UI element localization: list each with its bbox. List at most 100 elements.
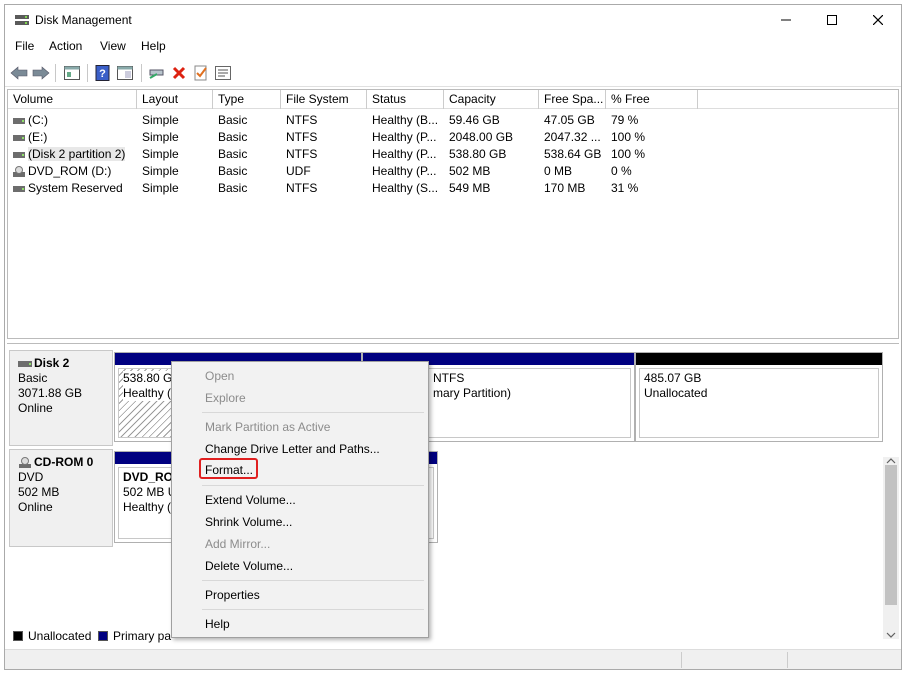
table-row[interactable]: System Reserved Simple Basic NTFS Health… bbox=[8, 180, 898, 197]
capacity-cell: 549 MB bbox=[449, 181, 491, 195]
type-cell: Basic bbox=[218, 113, 248, 127]
menu-separator bbox=[202, 412, 424, 413]
menu-item-help[interactable]: Help bbox=[205, 617, 230, 631]
show-console-button[interactable] bbox=[115, 63, 135, 83]
connect-button[interactable] bbox=[147, 63, 167, 83]
console-tree-button[interactable] bbox=[62, 63, 82, 83]
table-row[interactable]: (Disk 2 partition 2) Simple Basic NTFS H… bbox=[8, 146, 898, 163]
volume-name: (C:) bbox=[28, 113, 48, 127]
percent-free-cell: 100 % bbox=[611, 147, 646, 161]
disk-2-label[interactable]: Disk 2 Basic 3071.88 GB Online bbox=[9, 350, 113, 446]
column-header-percent-free[interactable]: % Free bbox=[606, 90, 698, 109]
menu-item-delete-volume[interactable]: Delete Volume... bbox=[205, 559, 293, 573]
close-icon bbox=[873, 15, 883, 25]
settings-button[interactable] bbox=[213, 63, 233, 83]
file-system-cell: NTFS bbox=[286, 113, 318, 127]
window-title: Disk Management bbox=[35, 13, 132, 27]
maximize-button[interactable] bbox=[809, 5, 855, 35]
percent-free-cell: 79 % bbox=[611, 113, 639, 127]
partition-status: mary Partition) bbox=[433, 386, 512, 400]
scroll-up-icon[interactable] bbox=[883, 457, 899, 465]
menu-item-shrink-volume[interactable]: Shrink Volume... bbox=[205, 515, 292, 529]
menu-item-mark-active[interactable]: Mark Partition as Active bbox=[205, 420, 330, 434]
toolbar-separator bbox=[141, 64, 142, 82]
properties-icon bbox=[64, 66, 80, 80]
dvd-drive-icon bbox=[13, 165, 25, 177]
column-header-status[interactable]: Status bbox=[367, 90, 444, 109]
toolbar: ? bbox=[5, 59, 901, 87]
back-button[interactable] bbox=[9, 63, 29, 83]
partition-context-menu: Open Explore Mark Partition as Active Ch… bbox=[171, 361, 429, 638]
partition-disk2-unallocated[interactable]: 485.07 GB Unallocated bbox=[635, 352, 883, 442]
disk-management-window: Disk Management File Action View Help ? bbox=[4, 4, 902, 670]
legend-label-primary: Primary pa bbox=[113, 629, 172, 643]
free-space-cell: 47.05 GB bbox=[544, 113, 595, 127]
disk-size: 3071.88 GB bbox=[18, 386, 83, 400]
help-button[interactable]: ? bbox=[93, 63, 113, 83]
status-cell: Healthy (P... bbox=[372, 130, 437, 144]
partition-filesystem: NTFS bbox=[433, 371, 465, 385]
volume-list: Volume Layout Type File System Status Ca… bbox=[7, 89, 899, 339]
forward-button[interactable] bbox=[31, 63, 51, 83]
menu-separator bbox=[202, 609, 424, 610]
column-header-capacity[interactable]: Capacity bbox=[444, 90, 539, 109]
layout-cell: Simple bbox=[142, 147, 179, 161]
scrollbar-thumb[interactable] bbox=[885, 465, 897, 605]
percent-free-cell: 100 % bbox=[611, 130, 646, 144]
layout-cell: Simple bbox=[142, 113, 179, 127]
menu-item-properties[interactable]: Properties bbox=[205, 588, 260, 602]
free-space-cell: 2047.32 ... bbox=[544, 130, 601, 144]
free-space-cell: 170 MB bbox=[544, 181, 586, 195]
disk-graphical-view: Disk 2 Basic 3071.88 GB Online 538.80 GB… bbox=[7, 343, 899, 643]
status-cell: Healthy (S... bbox=[372, 181, 439, 195]
column-header-type[interactable]: Type bbox=[213, 90, 281, 109]
type-cell: Basic bbox=[218, 147, 248, 161]
cdrom-0-label[interactable]: CD-ROM 0 DVD 502 MB Online bbox=[9, 449, 113, 547]
table-row[interactable]: (C:) Simple Basic NTFS Healthy (B... 59.… bbox=[8, 112, 898, 129]
volume-cell: (Disk 2 partition 2) bbox=[8, 146, 137, 163]
disk-name: Disk 2 bbox=[34, 356, 70, 370]
file-system-cell: NTFS bbox=[286, 181, 318, 195]
delete-button[interactable] bbox=[169, 63, 189, 83]
legend: Unallocated Primary pa bbox=[7, 627, 899, 645]
column-header-file-system[interactable]: File System bbox=[281, 90, 367, 109]
column-header-free-space[interactable]: Free Spa... bbox=[539, 90, 606, 109]
vertical-scrollbar[interactable] bbox=[883, 457, 899, 639]
disk-name: CD-ROM 0 bbox=[34, 455, 94, 469]
menu-view[interactable]: View bbox=[100, 39, 126, 53]
volume-cell: (C:) bbox=[8, 112, 137, 129]
table-row[interactable]: (E:) Simple Basic NTFS Healthy (P... 204… bbox=[8, 129, 898, 146]
settings-icon bbox=[215, 66, 231, 80]
menu-file[interactable]: File bbox=[15, 39, 34, 53]
menu-item-add-mirror[interactable]: Add Mirror... bbox=[205, 537, 270, 551]
disk-size: 502 MB bbox=[18, 485, 60, 499]
disk-status: Online bbox=[18, 401, 53, 415]
delete-icon bbox=[172, 66, 186, 80]
drive-icon bbox=[13, 117, 25, 124]
status-bar bbox=[5, 649, 901, 669]
cdrom-icon bbox=[19, 456, 31, 468]
status-cell: Healthy (P... bbox=[372, 164, 437, 178]
minimize-button[interactable] bbox=[763, 5, 809, 35]
close-button[interactable] bbox=[855, 5, 901, 35]
table-row[interactable]: DVD_ROM (D:) Simple Basic UDF Healthy (P… bbox=[8, 163, 898, 180]
toolbar-separator bbox=[87, 64, 88, 82]
column-header-volume[interactable]: Volume bbox=[8, 90, 137, 109]
menu-item-explore[interactable]: Explore bbox=[205, 391, 246, 405]
check-button[interactable] bbox=[191, 63, 211, 83]
volume-cell: System Reserved bbox=[8, 180, 137, 197]
capacity-cell: 59.46 GB bbox=[449, 113, 500, 127]
menu-item-extend-volume[interactable]: Extend Volume... bbox=[205, 493, 296, 507]
partition-status: Unallocated bbox=[644, 386, 708, 400]
legend-label-unallocated: Unallocated bbox=[28, 629, 92, 643]
drive-icon bbox=[13, 134, 25, 141]
menu-item-open[interactable]: Open bbox=[205, 369, 234, 383]
menu-help[interactable]: Help bbox=[141, 39, 166, 53]
column-header-layout[interactable]: Layout bbox=[137, 90, 213, 109]
menu-action[interactable]: Action bbox=[49, 39, 82, 53]
partition-body: 485.07 GB Unallocated bbox=[639, 368, 879, 438]
maximize-icon bbox=[827, 15, 837, 25]
volume-cell: (E:) bbox=[8, 129, 137, 146]
menu-item-change-drive-letter[interactable]: Change Drive Letter and Paths... bbox=[205, 442, 380, 456]
connect-icon bbox=[149, 69, 164, 79]
